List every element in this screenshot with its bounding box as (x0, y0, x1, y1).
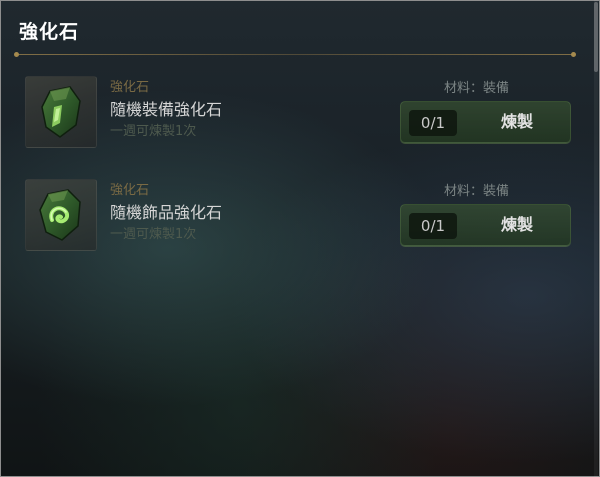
craft-button-label: 煉製 (500, 112, 533, 131)
title-divider (17, 54, 575, 55)
green-crystal-icon (41, 86, 81, 138)
item-craft-limit: 一週可煉製1次 (110, 124, 197, 139)
craft-count: 0/1 (409, 213, 457, 239)
craft-button[interactable]: 0/1 煉製 (400, 101, 571, 143)
craft-button[interactable]: 0/1 煉製 (400, 204, 571, 246)
item-material: 材料：裝備 (444, 81, 510, 96)
item-category: 強化石 (110, 80, 150, 95)
craft-button-label: 煉製 (500, 215, 533, 234)
item-name: 隨機裝備強化石 (110, 100, 223, 119)
divider-ornament-right (571, 52, 576, 57)
item-name: 隨機飾品強化石 (110, 203, 223, 222)
list-item: 強化石 隨機飾品強化石 一週可煉製1次 材料：裝備 0/1 煉製 (0, 177, 600, 267)
item-craft-limit: 一週可煉製1次 (110, 227, 197, 242)
item-category: 強化石 (110, 183, 150, 198)
item-icon-slot[interactable] (25, 76, 97, 148)
divider-ornament-left (14, 52, 19, 57)
item-material: 材料：裝備 (444, 184, 510, 199)
panel-title: 強化石 (19, 21, 80, 43)
green-swirl-crystal-icon (39, 189, 81, 241)
scrollbar-thumb[interactable] (594, 2, 598, 72)
list-item: 強化石 隨機裝備強化石 一週可煉製1次 材料：裝備 0/1 煉製 (0, 74, 600, 164)
craft-count: 0/1 (409, 110, 457, 136)
item-icon-slot[interactable] (25, 179, 97, 251)
